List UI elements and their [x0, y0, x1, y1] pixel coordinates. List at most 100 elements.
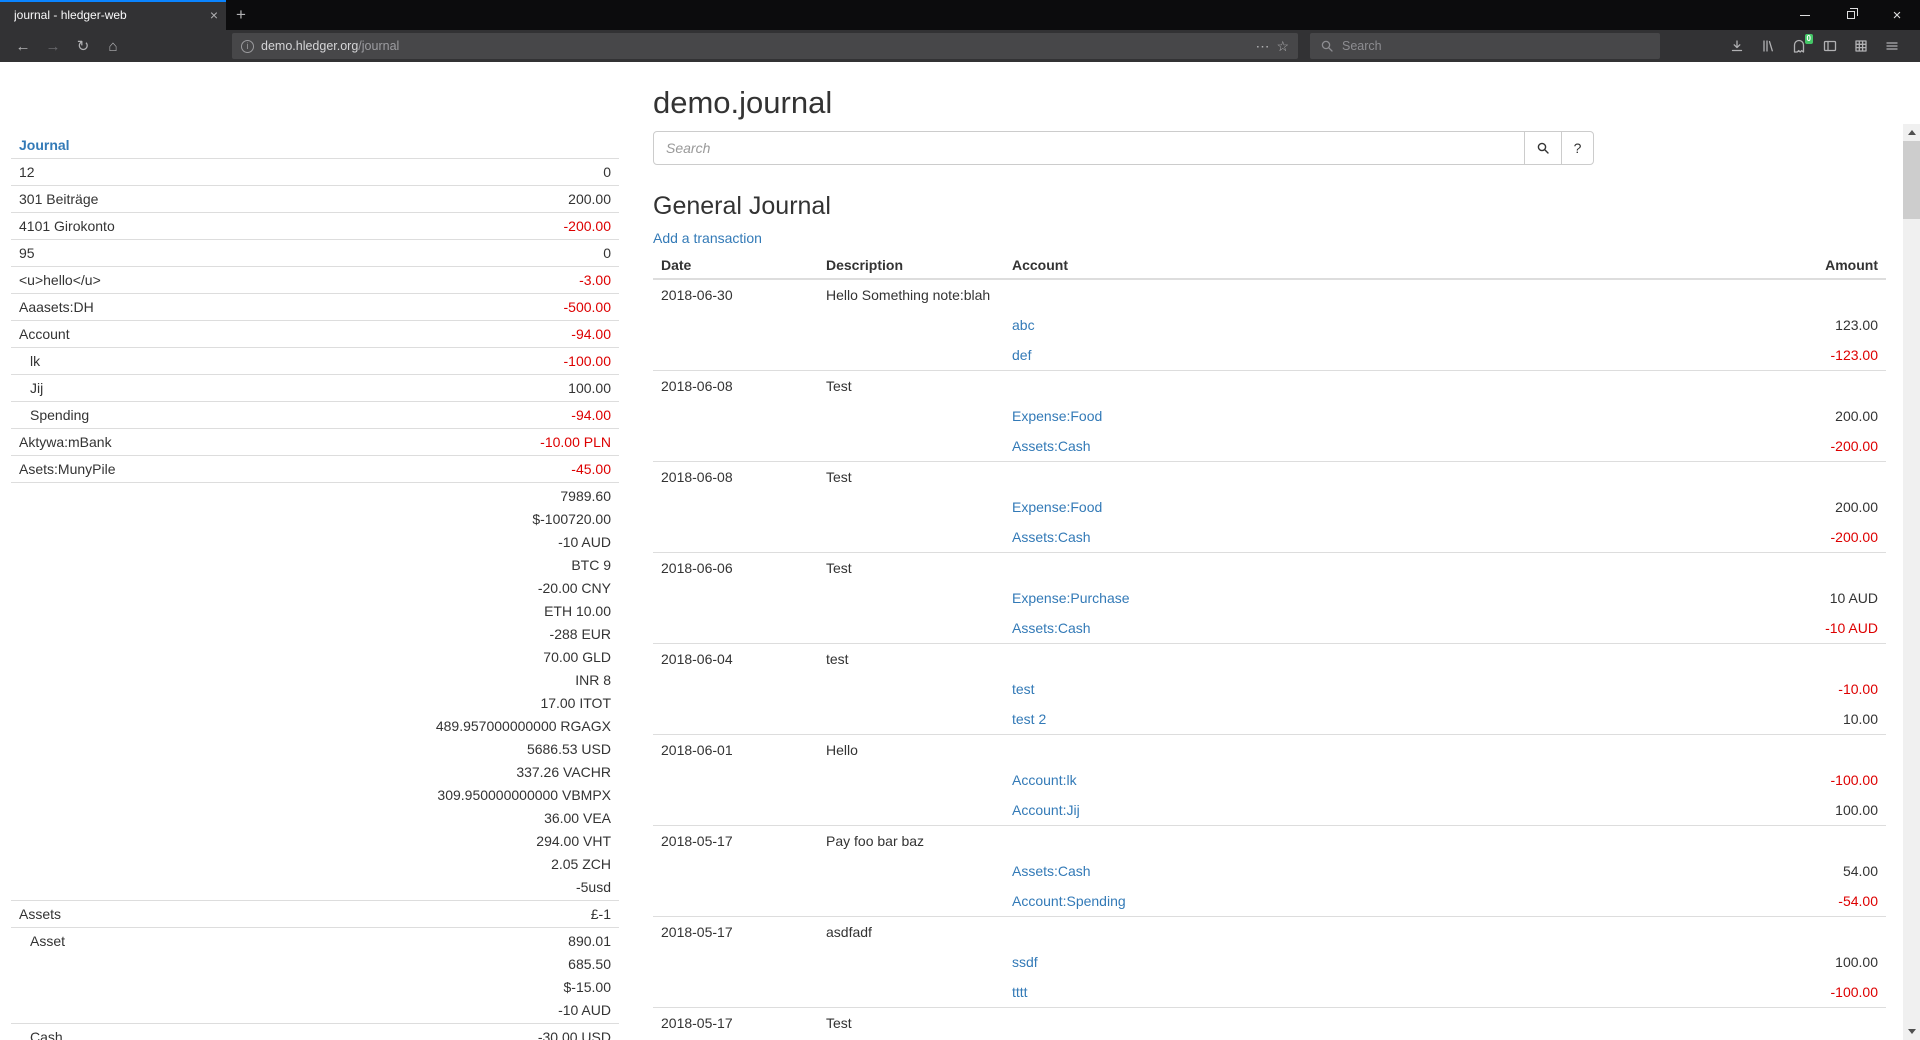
transaction-amount-spacer: [1566, 735, 1886, 766]
posting-desc-spacer: [818, 492, 1004, 522]
posting-account-cell: abc: [1004, 310, 1566, 340]
bookmark-star-icon[interactable]: ☆: [1276, 38, 1289, 55]
account-balance: 100.00: [236, 375, 619, 402]
balance-amount: 5686.53 USD: [244, 739, 611, 759]
posting-account-link[interactable]: Account:Jij: [1012, 802, 1080, 818]
add-transaction-link[interactable]: Add a transaction: [653, 230, 762, 246]
account-name[interactable]: 12: [11, 159, 236, 186]
account-name[interactable]: Spending: [11, 402, 236, 429]
back-button[interactable]: ←: [8, 32, 38, 60]
posting-date-spacer: [653, 613, 818, 644]
posting-account-link[interactable]: Expense:Food: [1012, 408, 1102, 424]
account-name[interactable]: Aaasets:DH: [11, 294, 236, 321]
account-name[interactable]: Jij: [11, 375, 236, 402]
transaction-account-spacer: [1004, 1008, 1566, 1039]
posting-account-link[interactable]: Account:Spending: [1012, 893, 1126, 909]
posting-account-link[interactable]: ssdf: [1012, 954, 1038, 970]
posting-row: Expense:Food200.00: [653, 401, 1886, 431]
account-name[interactable]: <u>hello</u>: [11, 267, 236, 294]
journal-search-input[interactable]: [653, 131, 1525, 165]
posting-amount: -10 AUD: [1566, 613, 1886, 644]
posting-account-link[interactable]: Assets:Cash: [1012, 620, 1091, 636]
journal-search-button[interactable]: [1524, 131, 1562, 165]
transaction-row[interactable]: 2018-06-08Test: [653, 462, 1886, 493]
account-name[interactable]: [11, 483, 236, 901]
tab-close-icon[interactable]: ×: [210, 7, 218, 23]
url-bar[interactable]: i demo.hledger.org/journal ⋯ ☆: [232, 33, 1298, 59]
new-tab-button[interactable]: +: [226, 0, 256, 30]
posting-account-link[interactable]: Expense:Purchase: [1012, 590, 1130, 606]
account-name[interactable]: Aktywa:mBank: [11, 429, 236, 456]
transaction-row[interactable]: 2018-06-01Hello: [653, 735, 1886, 766]
account-row: lk-100.00: [11, 348, 619, 375]
posting-account-link[interactable]: test: [1012, 681, 1035, 697]
account-name[interactable]: 301 Beiträge: [11, 186, 236, 213]
transaction-row[interactable]: 2018-06-08Test: [653, 371, 1886, 402]
account-name[interactable]: 4101 Girokonto: [11, 213, 236, 240]
register-header-date: Date: [653, 252, 818, 279]
transaction-row[interactable]: 2018-05-17Test: [653, 1008, 1886, 1039]
account-name[interactable]: 95: [11, 240, 236, 267]
page-scrollbar[interactable]: [1903, 124, 1920, 1040]
browser-search-bar[interactable]: Search: [1310, 33, 1660, 59]
posting-account-link[interactable]: def: [1012, 347, 1031, 363]
posting-desc-spacer: [818, 795, 1004, 826]
posting-account-link[interactable]: Assets:Cash: [1012, 438, 1091, 454]
account-name[interactable]: lk: [11, 348, 236, 375]
account-name[interactable]: Asset: [11, 928, 236, 1024]
balance-amount: 36.00 VEA: [244, 808, 611, 828]
posting-account-link[interactable]: tttt: [1012, 984, 1028, 1000]
account-row: 950: [11, 240, 619, 267]
page-actions-icon[interactable]: ⋯: [1255, 38, 1269, 55]
sidebar-toggle-icon[interactable]: [1816, 33, 1844, 59]
posting-desc-spacer: [818, 977, 1004, 1008]
downloads-icon[interactable]: [1723, 33, 1751, 59]
transaction-row[interactable]: 2018-05-17Pay foo bar baz: [653, 826, 1886, 857]
posting-account-link[interactable]: Assets:Cash: [1012, 529, 1091, 545]
transaction-row[interactable]: 2018-06-06Test: [653, 553, 1886, 584]
forward-button[interactable]: →: [38, 32, 68, 60]
balance-amount: 890.01: [244, 931, 611, 951]
transaction-row[interactable]: 2018-06-30Hello Something note:blah: [653, 279, 1886, 310]
posting-account-link[interactable]: Account:lk: [1012, 772, 1077, 788]
library-icon[interactable]: [1754, 33, 1782, 59]
posting-row: Assets:Cash-200.00: [653, 431, 1886, 462]
journal-help-button[interactable]: ?: [1561, 131, 1594, 165]
transaction-row[interactable]: 2018-05-17asdfadf: [653, 917, 1886, 948]
posting-row: tttt-100.00: [653, 977, 1886, 1008]
home-button[interactable]: ⌂: [98, 32, 128, 60]
balance-amount: -10 AUD: [244, 532, 611, 552]
scrollbar-thumb[interactable]: [1903, 141, 1920, 219]
posting-account-cell: Assets:Cash: [1004, 613, 1566, 644]
scroll-up-arrow[interactable]: [1903, 124, 1920, 141]
scroll-down-arrow[interactable]: [1903, 1023, 1920, 1040]
posting-account-link[interactable]: Expense:Food: [1012, 499, 1102, 515]
grid-icon[interactable]: [1847, 33, 1875, 59]
window-close-button[interactable]: ×: [1874, 0, 1920, 30]
account-name[interactable]: Cash: [11, 1024, 236, 1040]
register-header-account: Account: [1004, 252, 1566, 279]
account-row: Aktywa:mBank-10.00 PLN: [11, 429, 619, 456]
sidebar-journal-link[interactable]: Journal: [11, 132, 619, 159]
posting-account-link[interactable]: test 2: [1012, 711, 1046, 727]
balance-amount: 489.957000000000 RGAGX: [244, 716, 611, 736]
posting-account-link[interactable]: Assets:Cash: [1012, 863, 1091, 879]
reload-button[interactable]: ↻: [68, 32, 98, 60]
account-name[interactable]: Assets: [11, 901, 236, 928]
account-name[interactable]: Account: [11, 321, 236, 348]
balance-amount: 0: [244, 162, 611, 182]
extension-icon[interactable]: 0: [1785, 33, 1813, 59]
browser-tab[interactable]: journal - hledger-web ×: [0, 0, 226, 30]
window-minimize-button[interactable]: [1782, 0, 1828, 30]
transaction-row[interactable]: 2018-06-04test: [653, 644, 1886, 675]
window-restore-button[interactable]: [1828, 0, 1874, 30]
posting-row: Assets:Cash-200.00: [653, 522, 1886, 553]
posting-amount: 123.00: [1566, 310, 1886, 340]
site-info-icon[interactable]: i: [241, 40, 254, 53]
transaction-date: 2018-06-04: [653, 644, 818, 675]
posting-account-link[interactable]: abc: [1012, 317, 1035, 333]
posting-desc-spacer: [818, 340, 1004, 371]
account-name[interactable]: Asets:MunyPile: [11, 456, 236, 483]
posting-amount: -10.00: [1566, 674, 1886, 704]
menu-icon[interactable]: [1878, 33, 1906, 59]
